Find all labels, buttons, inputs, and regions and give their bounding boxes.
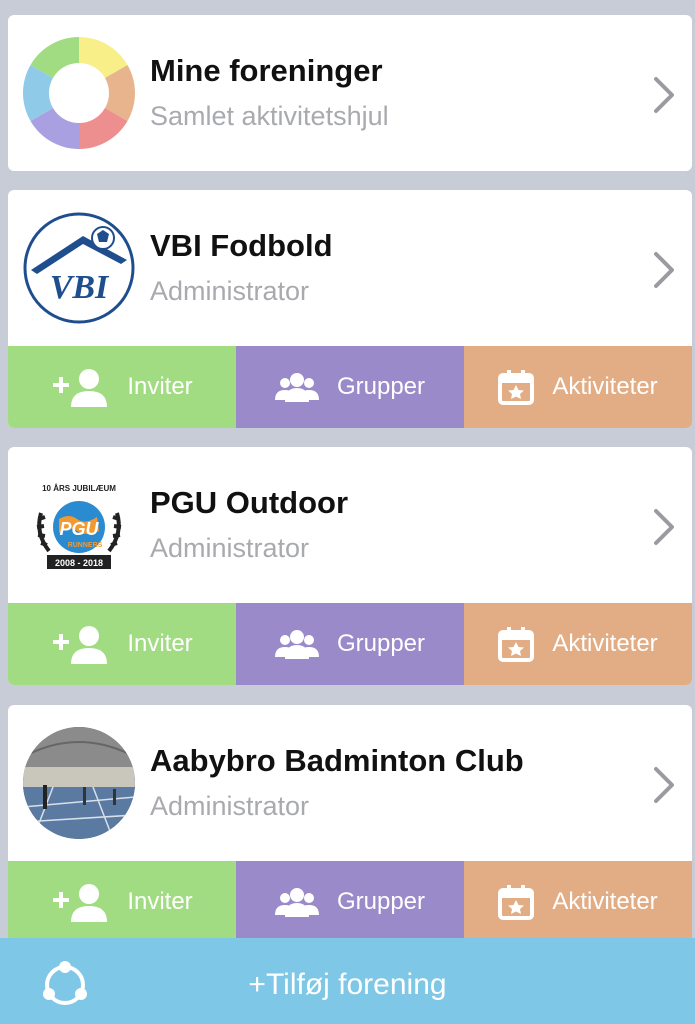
pgu-logo: PGU RUNNERS 10 ÅRS JUBILÆUM 2008 - 2018 <box>23 469 135 581</box>
activities-button[interactable]: Aktiviteter <box>464 603 692 685</box>
club-role: Administrator <box>150 276 310 306</box>
groups-icon <box>274 888 319 917</box>
summary-card[interactable]: Mine foreninger Samlet aktivitetshjul <box>8 15 692 171</box>
groups-button[interactable]: Grupper <box>236 346 464 428</box>
invite-button[interactable]: Inviter <box>8 861 236 943</box>
svg-text:PGU: PGU <box>59 519 99 539</box>
svg-text:2008 - 2018: 2008 - 2018 <box>55 558 103 568</box>
club-header[interactable]: VBI VBI Fodbold Administrator <box>8 190 692 346</box>
add-user-icon <box>53 884 108 922</box>
chevron-right-icon <box>654 767 674 803</box>
summary-subtitle: Samlet aktivitetshjul <box>150 101 389 131</box>
club-card-aabybro: Aabybro Badminton Club Administrator Inv… <box>8 705 692 943</box>
activity-wheel-icon <box>23 37 135 149</box>
calendar-icon <box>498 370 535 405</box>
summary-title: Mine foreninger <box>150 53 383 88</box>
invite-label: Inviter <box>127 630 193 657</box>
groups-icon <box>274 630 319 659</box>
groups-label: Grupper <box>336 630 426 657</box>
svg-text:RUNNERS: RUNNERS <box>68 542 103 549</box>
club-header[interactable]: Aabybro Badminton Club Administrator <box>8 705 692 861</box>
club-name: VBI Fodbold <box>150 228 333 263</box>
groups-label: Grupper <box>336 888 426 915</box>
invite-label: Inviter <box>127 373 193 400</box>
svg-text:VBI: VBI <box>50 269 110 306</box>
activities-label: Aktiviteter <box>552 373 658 400</box>
club-name: PGU Outdoor <box>150 485 349 520</box>
groups-button[interactable]: Grupper <box>236 861 464 943</box>
club-role: Administrator <box>150 533 310 563</box>
club-name: Aabybro Badminton Club <box>150 743 524 778</box>
activities-label: Aktiviteter <box>552 630 658 657</box>
club-card-pgu: PGU RUNNERS 10 ÅRS JUBILÆUM 2008 - 2018 … <box>8 447 692 685</box>
add-club-button[interactable]: +Tilføj forening <box>0 968 695 1002</box>
groups-icon <box>274 373 319 402</box>
club-role: Administrator <box>150 791 310 821</box>
vbi-logo: VBI <box>23 212 135 324</box>
club-card-vbi: VBI VBI Fodbold Administrator Inviter Gr… <box>8 190 692 428</box>
add-user-icon <box>53 369 108 407</box>
activities-button[interactable]: Aktiviteter <box>464 861 692 943</box>
invite-button[interactable]: Inviter <box>8 603 236 685</box>
groups-button[interactable]: Grupper <box>236 603 464 685</box>
add-club-bar[interactable]: +Tilføj forening <box>0 938 695 1024</box>
chevron-right-icon <box>654 509 674 545</box>
add-user-icon <box>53 626 108 664</box>
groups-label: Grupper <box>336 373 426 400</box>
club-photo <box>23 727 135 839</box>
activities-label: Aktiviteter <box>552 888 658 915</box>
invite-label: Inviter <box>127 888 193 915</box>
chevron-right-icon <box>654 252 674 288</box>
calendar-icon <box>498 885 535 920</box>
activities-button[interactable]: Aktiviteter <box>464 346 692 428</box>
calendar-icon <box>498 627 535 662</box>
club-header[interactable]: PGU RUNNERS 10 ÅRS JUBILÆUM 2008 - 2018 … <box>8 447 692 603</box>
chevron-right-icon <box>654 77 674 113</box>
invite-button[interactable]: Inviter <box>8 346 236 428</box>
svg-text:10 ÅRS JUBILÆUM: 10 ÅRS JUBILÆUM <box>42 484 116 493</box>
